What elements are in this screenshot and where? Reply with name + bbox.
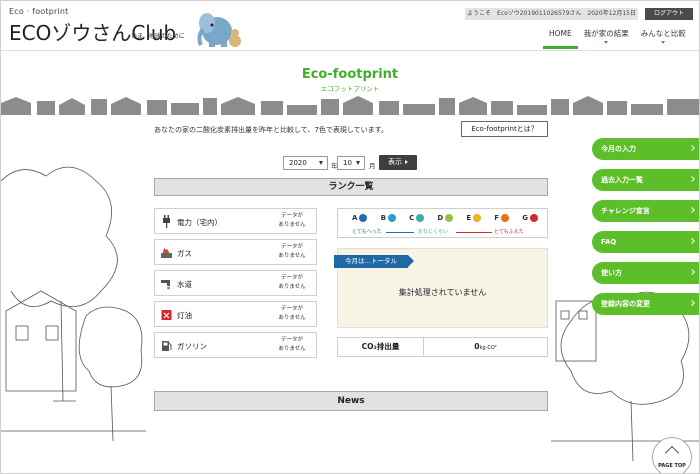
month-select[interactable]: 10 [337, 156, 365, 170]
chevron-right-icon [689, 300, 695, 306]
arrow-up-icon [664, 445, 680, 461]
energy-item-water[interactable]: 水道 データが ありません [154, 270, 317, 296]
rank-grade-row: A B C D E F G [352, 214, 538, 222]
chevron-right-icon [689, 145, 695, 151]
side-menu: 今月の入力 過去入力一覧 チャレンジ宣言 FAQ 使い方 登録内容の変更 [592, 138, 699, 324]
rank-grade-d: D [437, 214, 454, 222]
chevron-right-icon [689, 176, 695, 182]
elephant-mascot-icon [197, 13, 241, 47]
month-unit: 月 [369, 162, 376, 170]
rank-grade-b: B [381, 214, 396, 222]
chevron-right-icon [689, 207, 695, 213]
rank-grade-a: A [352, 214, 368, 222]
play-arrow-icon [405, 160, 408, 164]
total-status-message: 集計処理されていません [398, 288, 487, 297]
co2-value: 0kg-CO² [474, 342, 497, 351]
gas-pump-icon [162, 341, 172, 351]
rank-scale-labels: とてもへった おなじくらい とてもふえた [352, 228, 538, 236]
header-divider [1, 50, 699, 51]
monthly-total-tab: 今月は…トータル [334, 255, 414, 268]
welcome-message: ようこそ Ecoゾウ20190110265​79さん 2020年12月15日 [465, 8, 638, 20]
page-subtitle: エコフットプリント [320, 85, 380, 93]
energy-item-electricity[interactable]: 電力（宅内） データが ありません [154, 208, 317, 234]
paw-print-icon [387, 214, 396, 222]
gas-flame-icon [161, 248, 172, 258]
side-menu-monthly-input[interactable]: 今月の入力 [592, 138, 699, 160]
scale-mid-label: おなじくらい [418, 229, 449, 235]
what-is-eco-footprint-button[interactable]: Eco-footprintとは？ [461, 121, 548, 137]
page-frame: Eco · footprint ECOゾウさんClub いま、地球のために よう… [0, 0, 700, 474]
site-header: Eco · footprint ECOゾウさんClub いま、地球のために よう… [1, 1, 699, 51]
energy-item-kerosene[interactable]: 灯油 データが ありません [154, 301, 317, 327]
monthly-total-panel: 今月は…トータル 集計処理されていません [334, 248, 548, 328]
site-logo[interactable]: Eco · footprint ECOゾウさんClub いま、地球のために [9, 7, 185, 45]
co2-label: CO₂排出量 [338, 338, 424, 356]
scale-high-label: とてもふえた [494, 229, 524, 235]
nav-my-results[interactable]: 我が家の結果 [578, 27, 635, 49]
chevron-right-icon [689, 269, 695, 275]
rank-grade-e: E [466, 214, 482, 222]
rank-list-heading: ランク一覧 [154, 178, 548, 196]
scale-arrow-low [386, 232, 414, 233]
nav-home[interactable]: HOME [543, 27, 578, 49]
year-select[interactable]: 2020 [283, 156, 328, 170]
paw-print-icon [416, 214, 425, 222]
show-button[interactable]: 表示 [379, 155, 417, 170]
side-menu-challenge[interactable]: チャレンジ宣言 [592, 200, 699, 222]
paw-print-icon [501, 214, 510, 222]
logo-subtext: Eco · footprint [9, 7, 69, 16]
co2-emission-row: CO₂排出量 0kg-CO² [337, 337, 548, 357]
energy-list: 電力（宅内） データが ありません ガス データが ありません 水道 データが … [154, 208, 317, 363]
paw-print-icon [359, 214, 368, 222]
chevron-down-icon [356, 161, 360, 165]
scale-arrow-high [456, 232, 492, 233]
logout-button[interactable]: ログアウト [645, 8, 693, 20]
rank-grade-g: G [522, 214, 538, 222]
rank-scale-legend: A B C D E F G とてもへった おなじくらい とてもふえた [337, 208, 548, 238]
paw-print-icon [445, 214, 454, 222]
kerosene-can-icon [161, 310, 172, 320]
tree-house-illustration-left [1, 166, 146, 442]
chevron-down-icon [604, 41, 609, 44]
logo-tagline: いま、地球のために [131, 33, 185, 40]
rank-grade-c: C [409, 214, 425, 222]
rank-grade-f: F [494, 214, 510, 222]
scale-low-label: とてもへった [352, 229, 382, 235]
main-nav: HOME 我が家の結果 みんなと比較 [543, 27, 692, 49]
paw-print-icon [473, 214, 482, 222]
side-menu-how-to-use[interactable]: 使い方 [592, 262, 699, 284]
chevron-down-icon [319, 161, 323, 165]
nav-compare[interactable]: みんなと比較 [635, 27, 692, 49]
side-menu-past-inputs[interactable]: 過去入力一覧 [592, 169, 699, 191]
side-menu-faq[interactable]: FAQ [592, 231, 699, 253]
paw-print-icon [530, 214, 538, 222]
chevron-right-icon [689, 238, 695, 244]
water-tap-icon [161, 280, 170, 290]
energy-item-gas[interactable]: ガス データが ありません [154, 239, 317, 265]
page-top-button[interactable]: PAGE TOP [652, 437, 692, 473]
side-menu-edit-registration[interactable]: 登録内容の変更 [592, 293, 699, 315]
page-title: Eco-footprint [301, 67, 399, 82]
chevron-down-icon [661, 41, 666, 44]
page-description: あなたの家の二酸化炭素排出量を昨年と比較して、7色で表現しています。 [154, 126, 388, 134]
energy-item-gasoline[interactable]: ガソリン データが ありません [154, 332, 317, 358]
plug-icon [163, 215, 170, 228]
news-heading: News [154, 391, 548, 411]
town-silhouette-illustration [1, 96, 699, 115]
